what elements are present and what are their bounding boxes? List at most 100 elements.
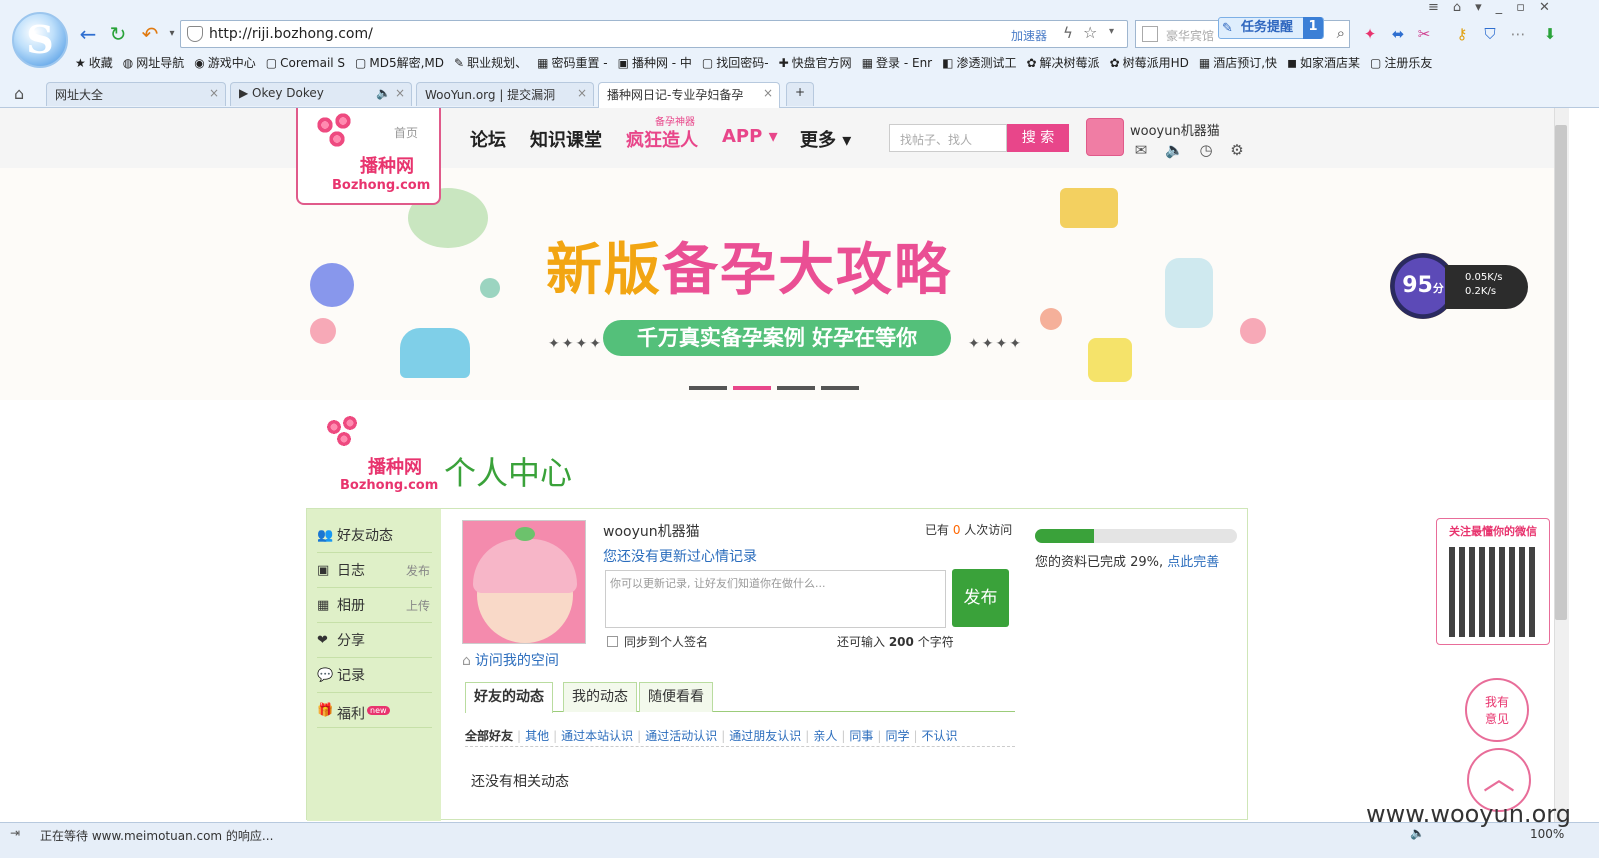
bookmark-item[interactable]: ✚ 快盘官方网: [779, 54, 852, 71]
task-reminder-button[interactable]: ✎ 任务提醒 1: [1218, 17, 1324, 39]
scrollbar-thumb[interactable]: [1555, 125, 1567, 620]
close-icon[interactable]: 🔈 ×: [376, 86, 405, 100]
window-controls[interactable]: ≡⌂▾_▫✕: [1428, 0, 1564, 15]
mail-icon[interactable]: ✉: [1132, 141, 1150, 159]
profile-avatar[interactable]: [462, 520, 586, 644]
lightning-icon[interactable]: ϟ: [1063, 24, 1073, 42]
bookmark-item[interactable]: ◉ 游戏中心: [194, 54, 256, 71]
tab-random[interactable]: 随便看看: [639, 682, 713, 712]
nav-more[interactable]: 更多 ▾: [800, 126, 851, 152]
sidebar-action[interactable]: 发布: [406, 554, 430, 588]
sidebar-action[interactable]: 上传: [406, 589, 430, 623]
checkbox[interactable]: [607, 636, 618, 647]
feedback-button[interactable]: 我有 意见: [1465, 678, 1529, 742]
publish-button[interactable]: 发布: [952, 569, 1009, 627]
slide-indicator-3[interactable]: [777, 386, 815, 390]
filter-link[interactable]: 其他: [525, 729, 549, 743]
filter-link[interactable]: 全部好友: [465, 729, 513, 743]
tab-2[interactable]: ▶ Okey Dokey 🔈 ×: [230, 82, 412, 106]
tab-3[interactable]: WooYun.org | 提交漏洞 ×: [416, 82, 594, 106]
bookmark-item[interactable]: ◧ 渗透测试工: [942, 54, 1016, 71]
new-tab-button[interactable]: +: [786, 82, 814, 106]
tab-4-active[interactable]: 播种网日记-专业孕妇备孕 ×: [598, 82, 780, 108]
user-avatar[interactable]: [1086, 118, 1124, 156]
star-icon[interactable]: ☆: [1083, 23, 1097, 42]
site-logo[interactable]: 首页 播种网 Bozhong.com: [296, 108, 441, 205]
site-search-button[interactable]: 搜 索: [1007, 124, 1069, 152]
close-icon[interactable]: ×: [209, 86, 219, 100]
search-icon[interactable]: ⌕: [1337, 24, 1345, 42]
filter-link[interactable]: 通过朋友认识: [729, 729, 801, 743]
site-search-input[interactable]: 找帖子、找人: [889, 124, 1007, 152]
sidebar-item[interactable]: 🎁 福利 new: [317, 694, 432, 728]
nav-app[interactable]: APP ▾: [722, 126, 778, 147]
tab-my-feed[interactable]: 我的动态: [563, 682, 637, 712]
bookmark-item[interactable]: ✿ 解决树莓派: [1026, 54, 1099, 71]
wechat-qr-box[interactable]: 关注最懂你的微信: [1436, 518, 1550, 645]
bookmark-item[interactable]: ▣ 播种网 - 中: [618, 54, 692, 71]
nav-forum[interactable]: 论坛: [470, 126, 506, 152]
close-icon[interactable]: ×: [577, 86, 587, 100]
filter-link[interactable]: 同学: [885, 729, 909, 743]
filter-link[interactable]: 通过活动认识: [645, 729, 717, 743]
sync-checkbox[interactable]: 同步到个人签名: [607, 633, 708, 650]
bookmark-item[interactable]: ✎ 职业规划、: [454, 54, 527, 71]
bookmark-item[interactable]: ▦ 登录 - Enr: [862, 54, 932, 71]
nav-knowledge[interactable]: 知识课堂: [530, 126, 602, 152]
slide-indicator-2[interactable]: [733, 386, 771, 390]
bookmark-item[interactable]: ✿ 树莓派用HD: [1110, 54, 1189, 71]
gear-icon[interactable]: ⚙: [1228, 141, 1246, 159]
bookmark-item[interactable]: ▢ 找回密码-: [702, 54, 769, 71]
bookmark-item[interactable]: ★ 收藏: [75, 54, 113, 71]
network-monitor[interactable]: 95分 0.05K/s 0.2K/s: [1390, 253, 1530, 321]
volume-icon[interactable]: 🔈: [1410, 826, 1425, 840]
history-icon[interactable]: ◷: [1197, 141, 1215, 159]
url-text[interactable]: http://riji.bozhong.com/: [209, 26, 373, 42]
tool-translate-icon[interactable]: ⬌: [1388, 24, 1408, 44]
download-icon[interactable]: ⬇: [1540, 24, 1560, 44]
bookmark-item[interactable]: ◼ 如家酒店某: [1287, 54, 1360, 71]
speaker-icon[interactable]: 🔈: [1165, 141, 1184, 159]
filter-link[interactable]: 亲人: [813, 729, 837, 743]
filter-link[interactable]: 不认识: [922, 729, 958, 743]
slide-indicator-1[interactable]: [689, 386, 727, 390]
sidebar-item[interactable]: ▦ 相册 上传: [317, 589, 432, 623]
bookmark-item[interactable]: ▢ Coremail S: [266, 56, 345, 70]
scissors-icon[interactable]: ✂: [1414, 24, 1434, 44]
zoom-level[interactable]: 100%: [1530, 827, 1564, 841]
nav-crazy[interactable]: 疯狂造人: [626, 126, 698, 152]
home-link[interactable]: 首页: [394, 124, 418, 141]
shield-icon[interactable]: ⛉: [1480, 24, 1500, 44]
back-icon[interactable]: ←: [76, 22, 100, 46]
complete-profile-link[interactable]: 点此完善: [1167, 555, 1219, 570]
undo-icon[interactable]: ↶: [138, 22, 162, 46]
bookmark-item[interactable]: ◍ 网址导航: [123, 54, 185, 71]
accelerator-label[interactable]: 加速器: [1011, 27, 1047, 44]
visit-space-link[interactable]: ⌂ 访问我的空间: [462, 650, 559, 670]
sidebar-item[interactable]: ❤ 分享: [317, 624, 432, 658]
bookmark-item[interactable]: ▢ 注册乐友: [1370, 54, 1432, 71]
refresh-icon[interactable]: ↻: [106, 22, 130, 46]
mood-textarea[interactable]: 你可以更新记录, 让好友们知道你在做什么...: [605, 570, 946, 628]
sidebar-item[interactable]: ▣ 日志 发布: [317, 554, 432, 588]
mood-link[interactable]: 您还没有更新过心情记录: [603, 546, 757, 566]
address-bar[interactable]: http://riji.bozhong.com/ 加速器 ϟ ☆ ▾: [180, 20, 1128, 48]
tab-1[interactable]: 网址大全 ×: [46, 82, 226, 106]
more-icon[interactable]: ⋯: [1508, 24, 1528, 44]
filter-link[interactable]: 通过本站认识: [561, 729, 633, 743]
filter-link[interactable]: 同事: [849, 729, 873, 743]
tool-game-icon[interactable]: ✦: [1360, 24, 1380, 44]
sidebar-toggle-icon[interactable]: ⇥: [10, 826, 20, 840]
key-icon[interactable]: ⚷: [1452, 24, 1472, 44]
close-icon[interactable]: ×: [763, 86, 773, 100]
search-engine-icon[interactable]: [1142, 26, 1158, 42]
username[interactable]: wooyun机器猫: [1130, 120, 1220, 139]
bookmark-item[interactable]: ▦ 密码重置 -: [537, 54, 608, 71]
sidebar-item[interactable]: 👥 好友动态: [317, 519, 432, 553]
tab-friends-feed[interactable]: 好友的动态: [465, 682, 553, 713]
sogou-browser-logo[interactable]: S: [12, 12, 68, 68]
sidebar-item[interactable]: 💬 记录: [317, 659, 432, 693]
slide-indicator-4[interactable]: [821, 386, 859, 390]
bookmark-item[interactable]: ▦ 酒店预订,快: [1199, 54, 1277, 71]
bookmark-item[interactable]: ▢ MD5解密,MD: [355, 54, 444, 71]
